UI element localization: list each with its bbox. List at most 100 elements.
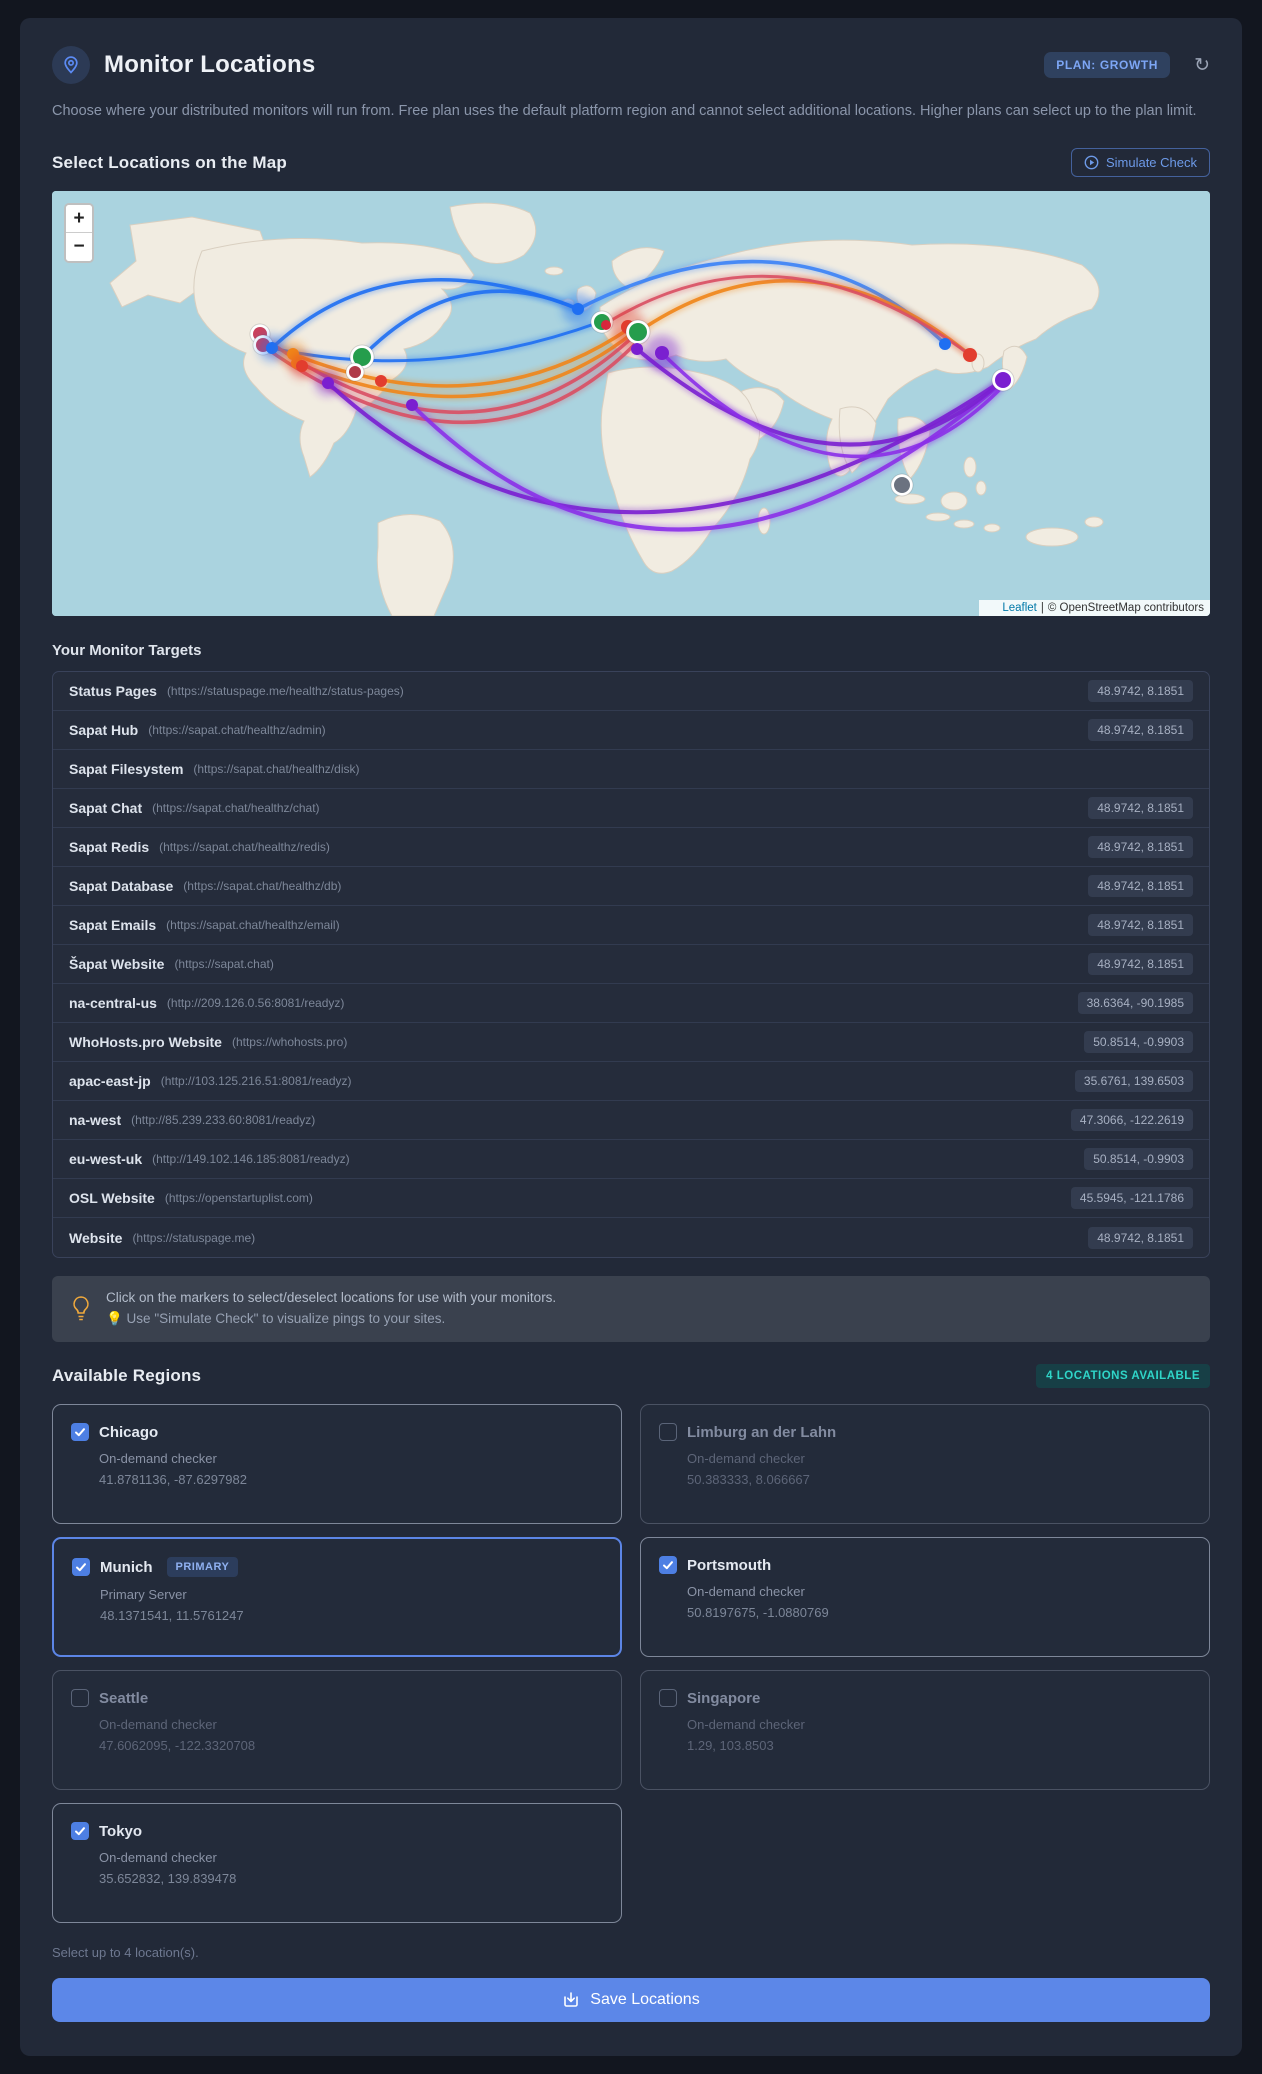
target-coordinates-badge: 45.5945, -121.1786	[1070, 1187, 1193, 1210]
region-card[interactable]: Limburg an der Lahn On-demand checker 50…	[640, 1404, 1210, 1525]
target-name: Sapat Hub	[69, 722, 139, 739]
region-name: Limburg an der Lahn	[687, 1423, 837, 1441]
simulate-check-button[interactable]: Simulate Check	[1070, 148, 1210, 178]
map-marker-uk-blue[interactable]	[572, 303, 584, 316]
locations-available-badge: 4 LOCATIONS AVAILABLE	[1036, 1364, 1210, 1389]
target-url: (https://whohosts.pro)	[231, 1035, 348, 1050]
map-marker-portsmouth-red[interactable]	[601, 320, 611, 331]
target-name: eu-west-uk	[69, 1151, 143, 1168]
target-name: na-central-us	[69, 995, 157, 1012]
target-name: Sapat Database	[69, 878, 174, 895]
lightbulb-icon	[73, 1296, 89, 1321]
table-row: Sapat Hub (https://sapat.chat/healthz/ad…	[53, 711, 1209, 751]
region-card[interactable]: Chicago On-demand checker 41.8781136, -8…	[52, 1404, 622, 1525]
target-url: (http://209.126.0.56:8081/readyz)	[166, 996, 345, 1011]
region-name: Tokyo	[99, 1822, 143, 1840]
tip-box: Click on the markers to select/deselect …	[52, 1276, 1210, 1343]
map-marker-tokyo-purple[interactable]	[995, 372, 1011, 389]
region-card[interactable]: Munich PRIMARY Primary Server 48.1371541…	[52, 1537, 622, 1658]
target-name: Šapat Website	[69, 956, 165, 973]
target-url: (https://statuspage.me)	[132, 1230, 256, 1245]
map-marker-munich-green[interactable]	[629, 323, 647, 342]
monitor-locations-panel: Monitor Locations PLAN: GROWTH ↻ Choose …	[20, 18, 1242, 2057]
target-url: (https://openstartuplist.com)	[164, 1191, 313, 1206]
map-marker-eu-purple-2[interactable]	[655, 346, 669, 361]
region-checkbox[interactable]	[71, 1822, 89, 1841]
map-marker-singapore-gray[interactable]	[894, 477, 910, 494]
region-card[interactable]: Tokyo On-demand checker 35.652832, 139.8…	[52, 1803, 622, 1924]
region-name: Seattle	[99, 1689, 149, 1707]
region-checkbox[interactable]	[659, 1556, 677, 1575]
table-row: Sapat Chat (https://sapat.chat/healthz/c…	[53, 789, 1209, 829]
target-coordinates-badge: 50.8514, -0.9903	[1084, 1031, 1193, 1054]
plan-badge: PLAN: GROWTH	[1044, 52, 1171, 78]
target-url: (https://sapat.chat/healthz/db)	[183, 879, 342, 894]
region-coordinates: 47.6062095, -122.3320708	[99, 1738, 256, 1754]
table-row: Status Pages (https://statuspage.me/heal…	[53, 672, 1209, 712]
target-coordinates-badge: 48.9742, 8.1851	[1088, 797, 1193, 820]
target-url: (https://sapat.chat/healthz/redis)	[159, 840, 330, 855]
target-name: Status Pages	[69, 683, 157, 700]
zoom-out-button[interactable]: −	[66, 233, 92, 262]
map-marker-us-red-2[interactable]	[375, 375, 387, 388]
region-name: Chicago	[99, 1423, 159, 1441]
region-card[interactable]: Seattle On-demand checker 47.6062095, -1…	[52, 1670, 622, 1791]
location-pin-icon	[52, 46, 90, 84]
target-url: (http://103.125.216.51:8081/readyz)	[160, 1074, 352, 1089]
region-coordinates: 48.1371541, 11.5761247	[100, 1608, 244, 1624]
region-coordinates: 50.8197675, -1.0880769	[687, 1605, 829, 1621]
map-attribution: Leaflet | © OpenStreetMap contributors	[979, 600, 1210, 617]
world-map[interactable]: + − Leaflet | © OpenStreetMap contributo…	[52, 191, 1210, 617]
primary-badge: PRIMARY	[166, 1557, 239, 1578]
map-canvas	[52, 191, 1210, 617]
target-coordinates-badge: 48.9742, 8.1851	[1088, 914, 1193, 937]
map-marker-seattle-blue[interactable]	[266, 342, 278, 355]
region-card[interactable]: Portsmouth On-demand checker 50.8197675,…	[640, 1537, 1210, 1658]
tip-line-1: Click on the markers to select/deselect …	[106, 1290, 557, 1306]
map-marker-us-red-1[interactable]	[296, 360, 308, 373]
target-url: (http://149.102.146.185:8081/readyz)	[152, 1152, 350, 1167]
refresh-icon[interactable]: ↻	[1194, 54, 1210, 77]
map-marker-china-blue[interactable]	[939, 338, 951, 351]
table-row: apac-east-jp (http://103.125.216.51:8081…	[53, 1062, 1209, 1102]
region-type: On-demand checker	[687, 1584, 805, 1600]
table-row: na-west (http://85.239.233.60:8081/ready…	[53, 1101, 1209, 1141]
page-title: Monitor Locations	[104, 51, 316, 78]
play-circle-icon	[1084, 156, 1099, 170]
map-marker-korea-red[interactable]	[963, 348, 977, 363]
region-checkbox[interactable]	[72, 1558, 90, 1577]
table-row: OSL Website (https://openstartuplist.com…	[53, 1179, 1209, 1219]
map-marker-eu-purple-1[interactable]	[631, 343, 643, 356]
zoom-in-button[interactable]: +	[66, 205, 92, 234]
monitor-targets-list: Status Pages (https://statuspage.me/heal…	[52, 671, 1210, 1259]
region-card[interactable]: Singapore On-demand checker 1.29, 103.85…	[640, 1670, 1210, 1791]
region-checkbox[interactable]	[659, 1689, 677, 1708]
region-checkbox[interactable]	[71, 1689, 89, 1708]
table-row: Website (https://statuspage.me) 48.9742,…	[53, 1218, 1209, 1257]
ukraine-flag-icon	[985, 604, 998, 613]
target-name: Sapat Chat	[69, 800, 143, 817]
target-coordinates-badge: 48.9742, 8.1851	[1088, 836, 1193, 859]
region-checkbox[interactable]	[71, 1423, 89, 1442]
tip-line-2: 💡 Use "Simulate Check" to visualize ping…	[106, 1311, 446, 1327]
region-type: On-demand checker	[99, 1850, 217, 1866]
map-marker-us-purple-2[interactable]	[406, 399, 418, 412]
table-row: Sapat Database (https://sapat.chat/healt…	[53, 867, 1209, 907]
region-type: Primary Server	[100, 1587, 187, 1603]
target-coordinates-badge: 48.9742, 8.1851	[1088, 1226, 1193, 1249]
region-coordinates: 1.29, 103.8503	[687, 1738, 774, 1754]
targets-heading: Your Monitor Targets	[52, 642, 202, 660]
save-locations-button[interactable]: Save Locations	[52, 1978, 1210, 2023]
target-url: (https://sapat.chat/healthz/disk)	[193, 762, 360, 777]
target-name: na-west	[69, 1112, 122, 1129]
region-checkbox[interactable]	[659, 1423, 677, 1442]
target-name: apac-east-jp	[69, 1073, 151, 1090]
region-coordinates: 41.8781136, -87.6297982	[99, 1472, 247, 1488]
map-marker-na-central-maroon[interactable]	[349, 366, 361, 379]
leaflet-link[interactable]: Leaflet	[1002, 602, 1037, 614]
page-description: Choose where your distributed monitors w…	[52, 103, 1197, 119]
target-url: (https://statuspage.me/healthz/status-pa…	[166, 684, 404, 699]
target-coordinates-badge: 35.6761, 139.6503	[1074, 1070, 1193, 1093]
table-row: Sapat Emails (https://sapat.chat/healthz…	[53, 906, 1209, 946]
map-marker-us-purple-1[interactable]	[322, 377, 334, 390]
